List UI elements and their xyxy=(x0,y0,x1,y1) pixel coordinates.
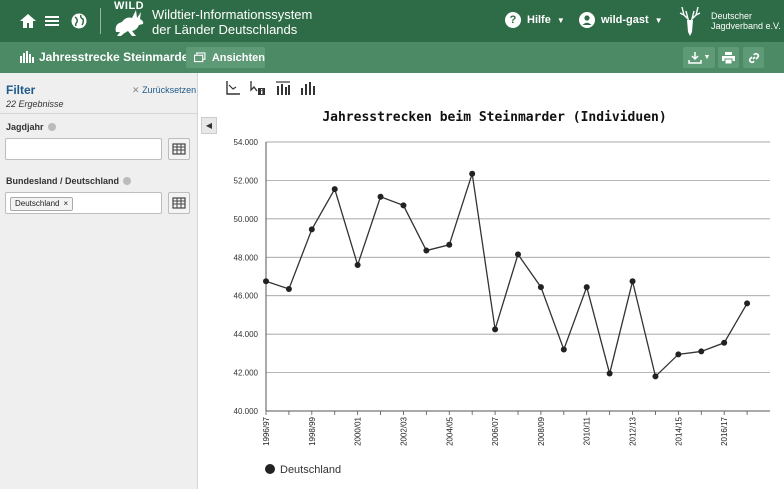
y-tick-label: 46.000 xyxy=(234,292,259,301)
y-tick-label: 54.000 xyxy=(234,138,259,147)
data-point xyxy=(492,326,499,333)
x-tick-label: 2012/13 xyxy=(629,416,638,445)
series-line xyxy=(265,173,748,378)
x-tick-label: 2010/11 xyxy=(583,416,592,445)
data-point xyxy=(469,170,476,177)
data-point xyxy=(400,202,407,209)
x-tick-label: 2002/03 xyxy=(399,416,408,445)
data-point xyxy=(560,346,567,353)
x-tick-label: 1996/97 xyxy=(262,416,271,445)
data-point xyxy=(285,285,292,292)
data-point xyxy=(744,300,751,307)
data-point xyxy=(698,348,705,355)
legend-marker xyxy=(265,464,275,474)
y-tick-label: 48.000 xyxy=(234,253,259,262)
data-point xyxy=(721,339,728,346)
x-tick-label: 2008/09 xyxy=(537,416,546,445)
data-point xyxy=(606,370,613,377)
data-point xyxy=(331,186,338,193)
y-tick-label: 52.000 xyxy=(234,176,259,185)
line-chart: 40.000 42.000 44.000 46.000 48.000 50.000 52.0… xyxy=(234,138,770,476)
data-point xyxy=(354,261,361,268)
data-point xyxy=(629,278,636,285)
legend-label: Deutschland xyxy=(280,464,341,476)
data-point xyxy=(537,284,544,291)
y-tick-label: 40.000 xyxy=(234,407,259,416)
data-point xyxy=(446,241,453,248)
x-tick-label: 2014/15 xyxy=(674,416,683,445)
x-tick-label: 2016/17 xyxy=(720,416,729,445)
y-tick-label: 42.000 xyxy=(234,369,259,378)
data-point xyxy=(515,251,521,258)
x-tick-label: 1998/99 xyxy=(308,416,317,445)
data-point xyxy=(423,247,430,254)
x-tick-label: 2004/05 xyxy=(445,416,454,445)
y-tick-label: 50.000 xyxy=(234,215,259,224)
data-point xyxy=(652,373,659,380)
data-point xyxy=(583,284,590,291)
x-tick-label: 2006/07 xyxy=(491,416,500,445)
y-tick-label: 44.000 xyxy=(234,330,259,339)
x-tick-label: 2000/01 xyxy=(354,416,363,445)
data-point xyxy=(263,278,269,285)
data-point xyxy=(308,226,315,233)
data-point xyxy=(675,351,682,358)
data-point xyxy=(377,193,384,200)
